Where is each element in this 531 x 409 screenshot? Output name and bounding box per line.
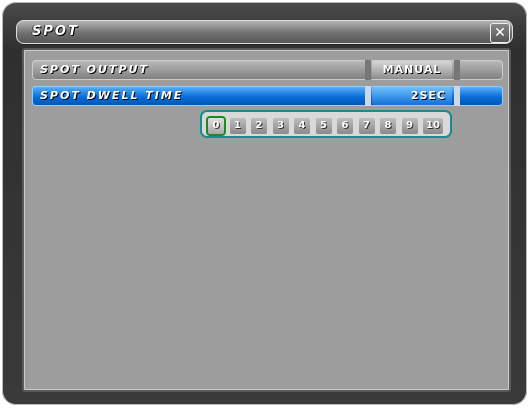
settings-panel: SPOT OUTPUT MANUAL SPOT DWELL TIME 2SEC …	[22, 48, 511, 392]
spot-window: SPOT ✕ SPOT OUTPUT MANUAL SPOT DWELL TIM…	[2, 2, 527, 405]
title-bar: SPOT ✕	[16, 20, 513, 44]
dwell-option-0[interactable]: 0	[206, 116, 226, 136]
dwell-time-picker: 0 1 2 3 4 5 6 7 8 9 10	[200, 110, 452, 138]
dwell-option-3[interactable]: 3	[272, 118, 289, 134]
dwell-option-5[interactable]: 5	[315, 118, 332, 134]
dwell-option-1[interactable]: 1	[229, 118, 246, 134]
close-button[interactable]: ✕	[490, 23, 510, 43]
dwell-option-8[interactable]: 8	[380, 118, 396, 134]
dwell-option-4[interactable]: 4	[294, 118, 310, 134]
setting-row-spot-output[interactable]: SPOT OUTPUT MANUAL	[32, 60, 503, 80]
spot-output-label: SPOT OUTPUT	[40, 63, 149, 76]
spot-dwell-time-value[interactable]: 2SEC	[372, 87, 452, 105]
dwell-option-2[interactable]: 2	[251, 118, 267, 134]
dwell-option-10[interactable]: 10	[423, 118, 443, 134]
value-bracket-right	[454, 60, 460, 80]
value-bracket-left	[365, 60, 371, 80]
dwell-option-7[interactable]: 7	[358, 118, 375, 134]
value-bracket-right	[454, 86, 460, 106]
spot-output-value[interactable]: MANUAL	[372, 61, 452, 79]
spot-dwell-time-label: SPOT DWELL TIME	[40, 89, 184, 102]
setting-row-spot-dwell-time[interactable]: SPOT DWELL TIME 2SEC	[32, 86, 503, 106]
value-bracket-left	[365, 86, 371, 106]
dwell-option-9[interactable]: 9	[401, 118, 418, 134]
dwell-option-6[interactable]: 6	[337, 118, 353, 134]
close-icon: ✕	[494, 25, 506, 41]
window-title: SPOT	[32, 24, 79, 39]
